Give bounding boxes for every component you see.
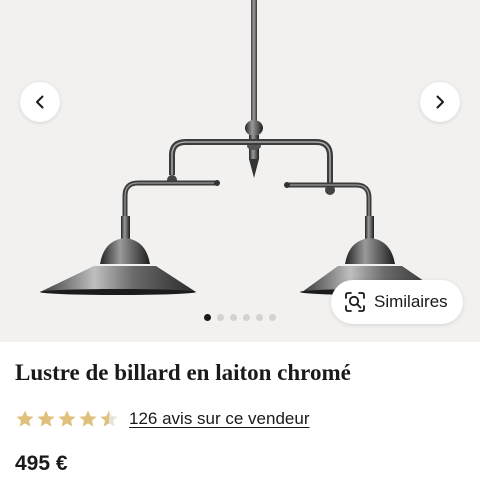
similar-items-label: Similaires (374, 292, 448, 311)
star-icon (100, 410, 118, 427)
pagination-dot[interactable] (230, 314, 237, 321)
star-icon (16, 410, 34, 427)
pagination-dot[interactable] (204, 314, 211, 321)
previous-image-button[interactable] (20, 82, 60, 122)
star-rating (15, 409, 119, 429)
pagination-dot[interactable] (269, 314, 276, 321)
visual-search-icon (345, 292, 365, 312)
star-icon (37, 410, 55, 427)
chevron-right-icon (436, 95, 444, 109)
product-price: 495 € (15, 452, 68, 475)
seller-reviews-link[interactable]: 126 avis sur ce vendeur (129, 409, 310, 429)
star-icon (79, 410, 97, 427)
rating-row: 126 avis sur ce vendeur (15, 407, 310, 431)
pagination-dot[interactable] (243, 314, 250, 321)
pagination-dot[interactable] (217, 314, 224, 321)
product-gallery[interactable]: Similaires (0, 0, 480, 342)
next-image-button[interactable] (420, 82, 460, 122)
product-title: Lustre de billard en laiton chromé (15, 360, 351, 385)
pagination-dot[interactable] (256, 314, 263, 321)
chevron-left-icon (36, 95, 44, 109)
similar-items-button[interactable]: Similaires (331, 280, 463, 324)
star-icon (58, 410, 76, 427)
